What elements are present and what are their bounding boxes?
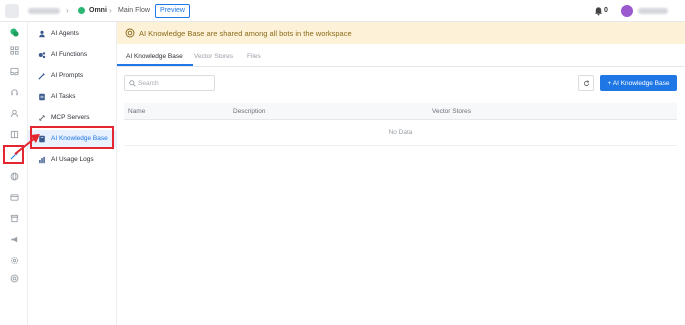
box-icon[interactable] bbox=[9, 213, 19, 223]
search-icon bbox=[129, 80, 136, 87]
workspace-logo[interactable] bbox=[5, 4, 19, 18]
breadcrumb-flow[interactable]: Main Flow bbox=[118, 7, 150, 14]
search-input[interactable] bbox=[138, 78, 210, 89]
menu-item-ai-prompts[interactable]: AI Prompts bbox=[28, 67, 117, 85]
search-field[interactable] bbox=[124, 75, 215, 91]
agent-icon bbox=[37, 29, 47, 39]
notification-count: 0 bbox=[604, 7, 608, 14]
breadcrumb-separator-icon: › bbox=[109, 6, 112, 15]
preview-button[interactable]: Preview bbox=[155, 4, 190, 18]
icon-rail bbox=[0, 22, 28, 325]
menu-item-label: AI Functions bbox=[51, 51, 88, 58]
add-knowledge-base-button[interactable]: + AI Knowledge Base bbox=[600, 75, 677, 91]
menu-item-ai-tasks[interactable]: AI Tasks bbox=[28, 88, 117, 106]
megaphone-icon[interactable] bbox=[9, 234, 19, 244]
globe-icon[interactable] bbox=[9, 171, 19, 181]
tabs-divider bbox=[117, 66, 685, 67]
server-icon bbox=[37, 113, 47, 123]
ai-brain-icon bbox=[125, 28, 135, 38]
menu-item-ai-agents[interactable]: AI Agents bbox=[28, 25, 117, 43]
menu-item-label: AI Tasks bbox=[51, 93, 76, 100]
column-description[interactable]: Description bbox=[233, 108, 266, 115]
menu-item-ai-functions[interactable]: AI Functions bbox=[28, 46, 117, 64]
card-icon[interactable] bbox=[9, 192, 19, 202]
menu-item-label: AI Usage Logs bbox=[51, 156, 94, 163]
menu-item-label: AI Agents bbox=[51, 30, 79, 37]
bell-icon[interactable] bbox=[594, 6, 603, 16]
user-icon[interactable] bbox=[9, 108, 19, 118]
tab-vector-stores[interactable]: Vector Stores bbox=[194, 53, 233, 60]
menu-item-label: MCP Servers bbox=[51, 114, 90, 121]
table-header: Name Description Vector Stores bbox=[124, 103, 677, 120]
column-vector-stores[interactable]: Vector Stores bbox=[432, 108, 471, 115]
no-data-text: No Data bbox=[388, 129, 413, 136]
breadcrumb-separator-icon: › bbox=[66, 6, 69, 15]
refresh-button[interactable] bbox=[578, 75, 594, 91]
table-empty-state: No Data bbox=[124, 120, 677, 146]
refresh-icon bbox=[583, 79, 589, 86]
inbox-icon[interactable] bbox=[9, 66, 19, 76]
info-banner: AI Knowledge Base are shared among all b… bbox=[117, 22, 685, 44]
settings-icon[interactable] bbox=[9, 255, 19, 265]
banner-text: AI Knowledge Base are shared among all b… bbox=[139, 29, 352, 38]
menu-item-mcp-servers[interactable]: MCP Servers bbox=[28, 109, 117, 127]
help-icon[interactable] bbox=[9, 273, 19, 283]
function-icon bbox=[37, 50, 47, 60]
chat-icon[interactable] bbox=[9, 27, 19, 37]
ai-menu: AI Agents AI Functions AI Prompts AI Tas… bbox=[28, 22, 117, 325]
task-icon bbox=[37, 92, 47, 102]
omni-bot-icon bbox=[78, 7, 85, 14]
breadcrumb-project[interactable]: Omni bbox=[89, 7, 107, 14]
annotation-arrow-icon bbox=[14, 134, 40, 155]
tab-files[interactable]: Files bbox=[247, 53, 261, 60]
workspace-name-redacted bbox=[28, 8, 60, 14]
avatar[interactable] bbox=[621, 5, 633, 17]
column-name[interactable]: Name bbox=[128, 108, 145, 115]
menu-item-label: AI Prompts bbox=[51, 72, 84, 79]
headset-icon[interactable] bbox=[9, 87, 19, 97]
tab-ai-knowledge-base[interactable]: AI Knowledge Base bbox=[126, 53, 183, 60]
main-content: AI Knowledge Base Vector Stores Files + … bbox=[117, 44, 685, 325]
grid-icon[interactable] bbox=[9, 45, 19, 55]
top-bar: › Omni › Main Flow Preview 0 bbox=[0, 0, 685, 22]
user-name-redacted bbox=[638, 8, 668, 14]
prompt-icon bbox=[37, 71, 47, 81]
